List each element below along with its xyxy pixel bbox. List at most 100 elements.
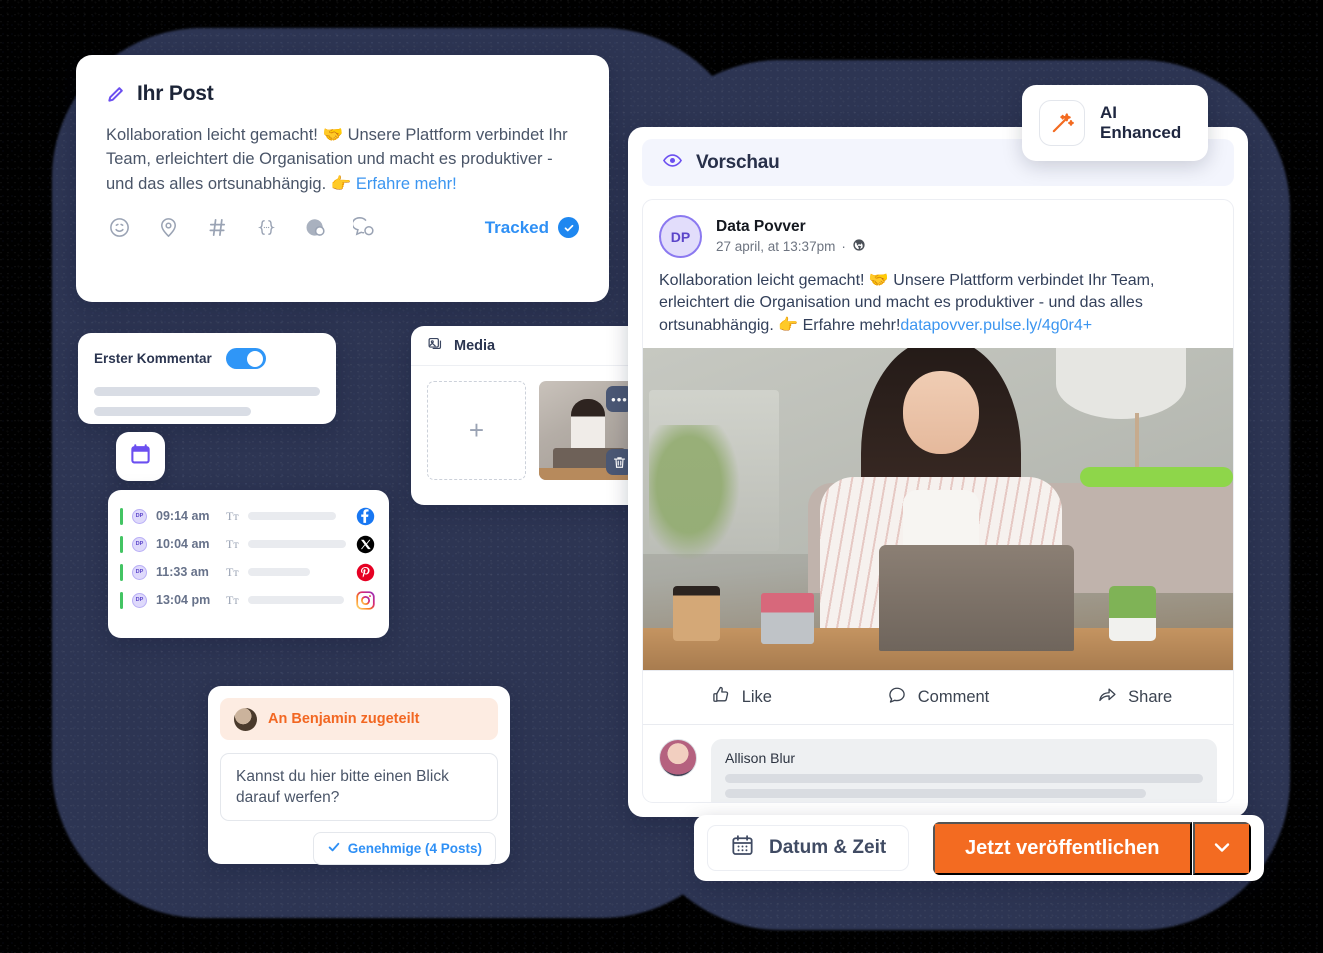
publish-dropdown-button[interactable] (1193, 821, 1251, 875)
emoji-icon[interactable] (108, 216, 131, 239)
preview-post-text: Kollaboration leicht gemacht! 🤝 Unsere P… (643, 258, 1233, 337)
text-format-icon[interactable]: Tт (226, 565, 239, 580)
text-format-icon[interactable]: Tт (226, 537, 239, 552)
network-icon-instagram[interactable] (356, 590, 375, 610)
comment-bubble-icon (887, 685, 907, 710)
magic-wand-icon (1039, 100, 1085, 146)
skeleton-line (247, 596, 344, 604)
preview-comment-body: Allison Blur (711, 739, 1217, 802)
page-title: Ihr Post (137, 82, 214, 105)
variable-icon[interactable] (255, 216, 278, 239)
first-comment-row: Erster Kommentar (78, 333, 336, 369)
assignment-pill: An Benjamin zugeteilt (220, 698, 498, 740)
location-icon[interactable] (157, 216, 180, 239)
composer-toolbar: Tracked (76, 196, 609, 239)
tracked-status[interactable]: Tracked (484, 217, 579, 239)
woman-at-laptop-photo (643, 348, 1233, 671)
calendar-chip-button[interactable] (116, 432, 165, 481)
schedule-time: 13:04 pm (156, 593, 211, 607)
approve-button[interactable]: Genehmige (4 Posts) (312, 832, 496, 866)
network-icon-x[interactable] (356, 535, 375, 554)
action-bar: Datum & Zeit Jetzt veröffentlichen (694, 815, 1264, 881)
chat-icon[interactable] (353, 216, 376, 239)
comment-label: Comment (917, 688, 990, 707)
first-comment-toggle[interactable] (225, 348, 266, 369)
network-icon-facebook[interactable] (356, 507, 375, 526)
skeleton-line (247, 512, 336, 520)
schedule-row[interactable]: DP 09:14 am Tт (108, 502, 389, 530)
post-composer-header: Ihr Post (76, 55, 609, 106)
globe-icon (852, 238, 866, 255)
eye-icon (662, 150, 683, 176)
media-thumbnail[interactable]: ••• (539, 381, 638, 480)
globe-icon[interactable] (304, 216, 327, 239)
hashtag-icon[interactable] (206, 216, 229, 239)
post-composer-card: Ihr Post Kollaboration leicht gemacht! 🤝… (76, 55, 609, 302)
status-bar (120, 535, 123, 553)
chevron-down-icon (1210, 835, 1234, 862)
preview-post-actions: Like Comment Share (643, 670, 1233, 724)
schedule-time: 11:33 am (156, 565, 209, 579)
preview-title: Vorschau (696, 151, 780, 173)
schedule-row[interactable]: DP 10:04 am Tт (108, 530, 389, 558)
calendar-icon (730, 833, 755, 864)
status-bar (120, 507, 123, 525)
image-icon (427, 335, 444, 357)
share-button[interactable]: Share (1036, 685, 1233, 710)
schedule-list-card: DP 09:14 am Tт DP 10:04 am Tт DP 11:33 am Tт DP 13… (108, 490, 389, 638)
status-bar (120, 591, 123, 609)
pencil-icon (106, 84, 126, 104)
preview-post-timestamp: 27 april, at 13:37pm (716, 239, 836, 254)
ai-enhanced-label: AI Enhanced (1100, 103, 1182, 142)
preview-comment: Allison Blur (643, 724, 1233, 802)
publish-button[interactable]: Jetzt veröffentlichen (933, 821, 1192, 875)
avatar (659, 739, 697, 778)
comment-button[interactable]: Comment (840, 685, 1037, 710)
check-icon (327, 840, 341, 857)
preview-comment-author: Allison Blur (725, 750, 796, 767)
datetime-button[interactable]: Datum & Zeit (707, 825, 910, 871)
preview-post-meta: 27 april, at 13:37pm · (716, 238, 866, 255)
calendar-icon (128, 442, 153, 472)
approve-row: Genehmige (4 Posts) (208, 821, 510, 866)
assignment-card: An Benjamin zugeteilt Kannst du hier bit… (208, 686, 510, 866)
text-format-icon[interactable]: Tт (226, 509, 239, 524)
share-label: Share (1128, 688, 1173, 707)
tracked-label: Tracked (484, 217, 549, 237)
share-arrow-icon (1097, 685, 1117, 710)
check-circle-icon (558, 217, 579, 239)
skeleton-line (94, 387, 320, 396)
avatar (234, 707, 257, 731)
post-body-text: Kollaboration leicht gemacht! 🤝 Unsere P… (106, 126, 568, 193)
skeleton-line (247, 568, 310, 576)
preview-post-url[interactable]: datapovver.pulse.ly/4g0r4+ (900, 317, 1092, 334)
post-composer-text[interactable]: Kollaboration leicht gemacht! 🤝 Unsere P… (76, 106, 609, 196)
avatar: DP (132, 564, 147, 580)
avatar: DP (132, 592, 147, 608)
preview-panel: Vorschau DP Data Povver 27 april, at 13:… (628, 127, 1248, 817)
assignment-label: An Benjamin zugeteilt (268, 711, 420, 727)
skeleton-line (725, 774, 1203, 784)
add-media-plus: + (468, 415, 485, 445)
like-button[interactable]: Like (643, 685, 840, 710)
ai-enhanced-badge[interactable]: AI Enhanced (1022, 85, 1208, 161)
text-format-icon[interactable]: Tт (226, 593, 239, 608)
network-icon-pinterest[interactable] (356, 563, 375, 582)
schedule-row[interactable]: DP 13:04 pm Tт (108, 586, 389, 614)
preview-post-author: Data Povver (716, 218, 806, 235)
first-comment-card: Erster Kommentar (78, 333, 336, 424)
preview-post-header: DP Data Povver 27 april, at 13:37pm · (643, 200, 1233, 258)
avatar: DP (132, 536, 147, 552)
like-label: Like (741, 688, 772, 707)
schedule-time: 10:04 am (156, 537, 210, 551)
skeleton-line (247, 540, 346, 548)
post-body-link[interactable]: Erfahre mehr! (356, 175, 457, 193)
skeleton-line (725, 789, 1146, 799)
status-bar (120, 563, 123, 581)
assignment-note[interactable]: Kannst du hier bitte einen Blick darauf … (220, 753, 498, 822)
avatar: DP (659, 215, 702, 258)
add-media-dropzone[interactable]: + (427, 381, 526, 480)
screenshot-stage: Ihr Post Kollaboration leicht gemacht! 🤝… (0, 0, 1323, 953)
thumbs-up-icon (711, 685, 731, 710)
schedule-row[interactable]: DP 11:33 am Tт (108, 558, 389, 586)
